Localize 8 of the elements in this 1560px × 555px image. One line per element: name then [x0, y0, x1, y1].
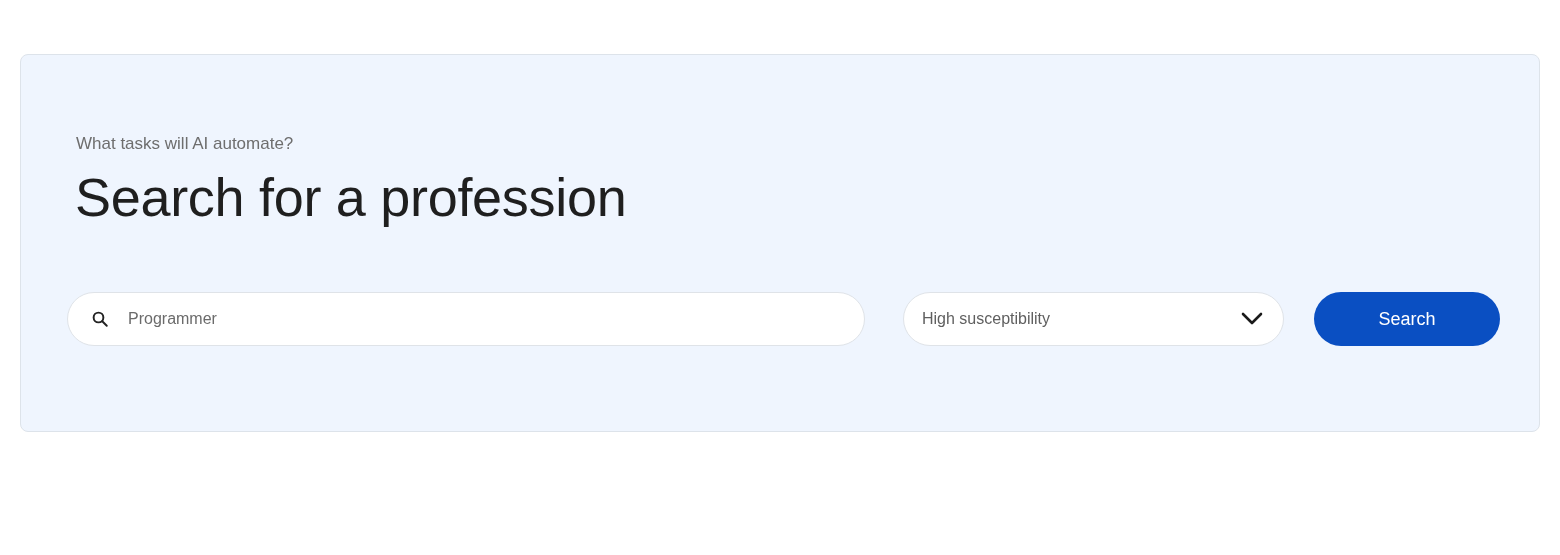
eyebrow-text: What tasks will AI automate? — [76, 133, 295, 155]
search-button[interactable]: Search — [1314, 292, 1500, 346]
search-icon — [91, 310, 109, 328]
dropdown-value: High susceptibility — [922, 310, 1051, 328]
search-field[interactable]: Programmer — [67, 292, 865, 346]
susceptibility-dropdown[interactable]: High susceptibility — [903, 292, 1284, 346]
chevron-down-icon — [1241, 312, 1263, 326]
page-heading: Search for a profession — [75, 166, 628, 229]
